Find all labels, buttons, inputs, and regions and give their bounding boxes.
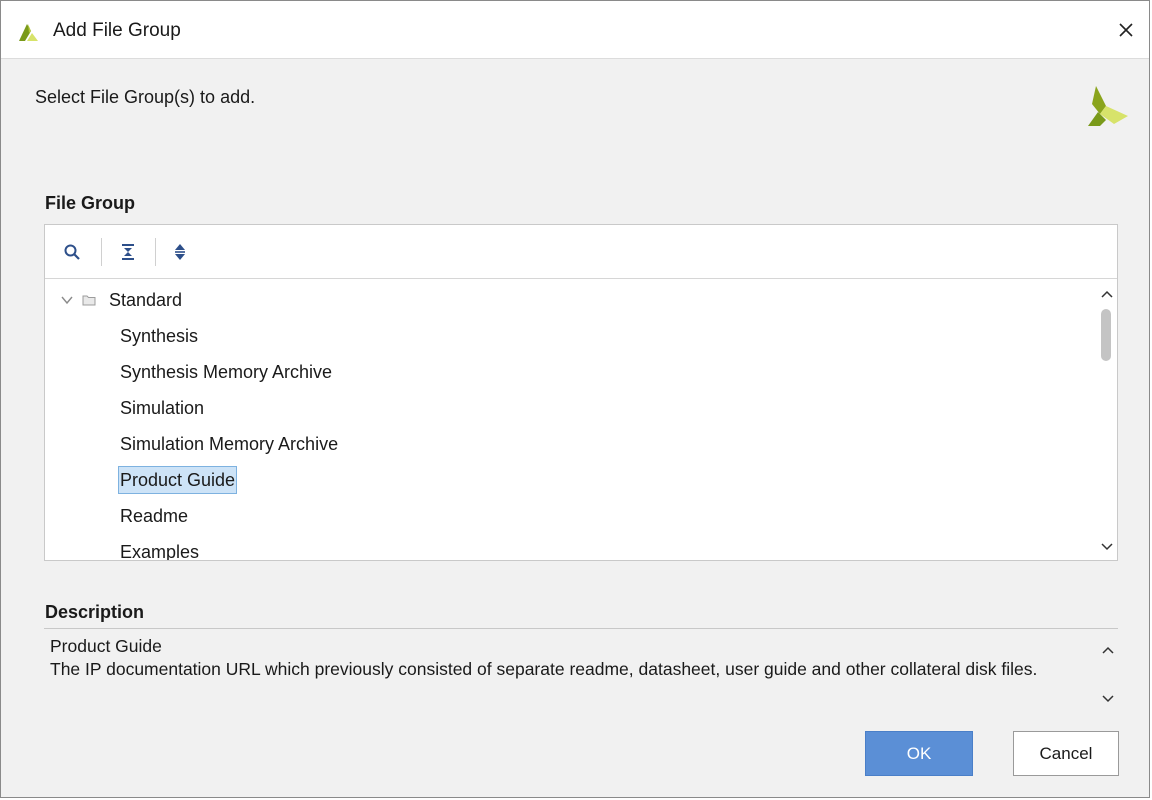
chevron-down-icon xyxy=(61,296,73,305)
search-icon xyxy=(64,244,80,260)
folder-icon xyxy=(82,295,96,306)
collapse-all-icon xyxy=(122,244,134,260)
tree-scrollbar[interactable] xyxy=(1097,279,1117,560)
vivado-brand-icon xyxy=(1084,80,1132,128)
expand-all-icon xyxy=(175,244,185,260)
close-button[interactable] xyxy=(1113,17,1139,43)
title-bar: Add File Group xyxy=(1,1,1149,59)
tree-item-label: Simulation Memory Archive xyxy=(120,434,339,454)
scroll-up-button[interactable] xyxy=(1100,287,1114,301)
close-icon xyxy=(1119,23,1133,37)
instruction-text: Select File Group(s) to add. xyxy=(35,87,256,107)
scroll-up-button[interactable] xyxy=(1101,643,1115,657)
description-body: The IP documentation URL which previousl… xyxy=(50,659,1038,679)
scroll-thumb[interactable] xyxy=(1101,309,1111,361)
cancel-button[interactable]: Cancel xyxy=(1013,731,1119,776)
tree-node-label: Standard xyxy=(109,290,183,310)
description-text: Product Guide The IP documentation URL w… xyxy=(50,635,1080,681)
scroll-down-button[interactable] xyxy=(1100,540,1114,554)
vivado-logo-icon xyxy=(17,21,39,43)
file-group-tree: Standard Synthesis Synthesis Memory Arch… xyxy=(45,279,1097,560)
tree-item-examples[interactable]: Examples xyxy=(119,535,200,560)
description-panel: Product Guide The IP documentation URL w… xyxy=(44,628,1118,710)
tree-item-simulation-memory-archive[interactable]: Simulation Memory Archive xyxy=(119,427,339,461)
tree-item-label: Simulation xyxy=(120,398,205,418)
window-title: Add File Group xyxy=(53,20,181,41)
tree-item-label: Synthesis xyxy=(120,326,199,346)
tree-item-label: Product Guide xyxy=(118,466,238,494)
chevron-down-icon xyxy=(1102,695,1114,703)
tree-item-label: Readme xyxy=(120,506,189,526)
toolbar-separator xyxy=(101,238,102,266)
add-file-group-dialog: Add File Group Select File Group(s) to a… xyxy=(0,0,1150,798)
scroll-down-button[interactable] xyxy=(1101,692,1115,706)
tree-item-label: Examples xyxy=(120,542,200,560)
file-group-tree-panel: Standard Synthesis Synthesis Memory Arch… xyxy=(44,224,1118,561)
tree-toolbar xyxy=(45,225,1117,279)
tree-item-synthesis-memory-archive[interactable]: Synthesis Memory Archive xyxy=(119,355,333,389)
description-title: Product Guide xyxy=(50,636,162,656)
description-heading: Description xyxy=(45,602,145,622)
chevron-down-icon xyxy=(1101,543,1113,551)
collapse-all-button[interactable] xyxy=(115,239,141,265)
tree-item-readme[interactable]: Readme xyxy=(119,499,189,533)
chevron-up-icon xyxy=(1101,290,1113,298)
expand-all-button[interactable] xyxy=(167,239,193,265)
file-group-heading: File Group xyxy=(45,193,135,213)
search-button[interactable] xyxy=(59,239,85,265)
toolbar-separator xyxy=(155,238,156,266)
description-scrollbar[interactable] xyxy=(1098,637,1118,710)
tree-item-label: Synthesis Memory Archive xyxy=(120,362,333,382)
chevron-up-icon xyxy=(1102,646,1114,654)
ok-button[interactable]: OK xyxy=(865,731,973,776)
tree-item-simulation[interactable]: Simulation xyxy=(119,391,205,425)
tree-item-product-guide[interactable]: Product Guide xyxy=(118,463,238,497)
tree-node-standard[interactable]: Standard xyxy=(45,283,645,317)
tree-item-synthesis[interactable]: Synthesis xyxy=(119,319,199,353)
